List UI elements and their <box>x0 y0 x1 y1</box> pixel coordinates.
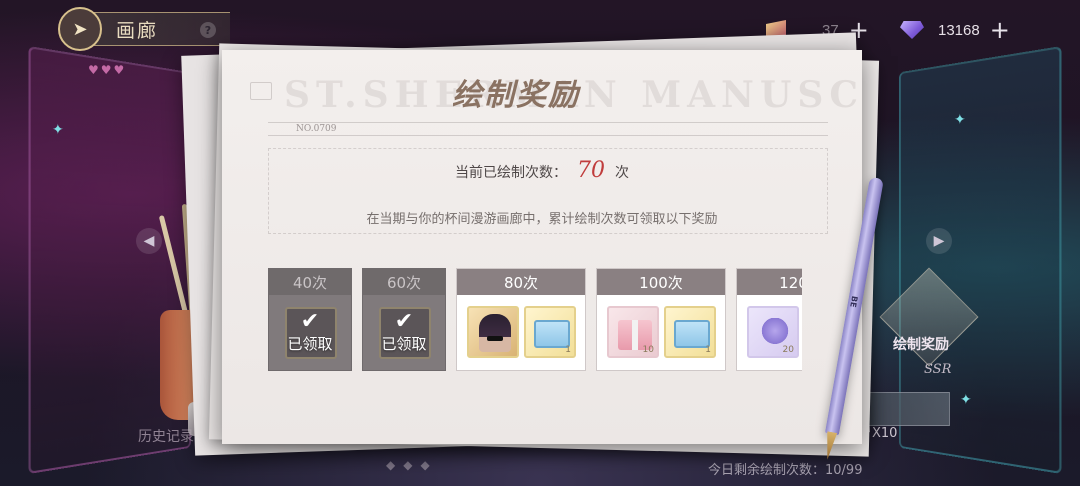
draw-ten-button[interactable] <box>860 392 950 426</box>
box-art <box>674 320 710 348</box>
gallery-title-plate: 画廊 ? <box>90 12 230 46</box>
item-quantity: 1 <box>705 345 711 355</box>
hearts-decoration-icon: ♥♥♥ <box>88 63 127 77</box>
reward-threshold: 80次 <box>457 269 585 295</box>
reward-threshold: 60次 <box>363 269 445 295</box>
item-quantity: 10 <box>642 345 654 355</box>
draw-count-unit: 次 <box>615 165 629 181</box>
reward-card-80[interactable]: 80次 1 <box>456 268 586 371</box>
ruled-header-line <box>268 122 828 136</box>
gallery-emblem-icon[interactable]: ➤ <box>58 7 102 51</box>
previous-arrow-icon[interactable]: ◀ <box>136 228 162 254</box>
claimed-overlay: ✔ 已领取 <box>363 295 445 370</box>
draw-multiplier-label: X10 <box>872 426 898 441</box>
sheet-number: NO.0709 <box>296 124 337 134</box>
blue-gift-box-icon[interactable]: 1 <box>524 306 576 358</box>
reward-card-60[interactable]: 60次 ✔ 已领取 <box>362 268 446 371</box>
sparkle-icon: ✦ <box>52 122 64 138</box>
gem-icon <box>900 21 924 39</box>
next-arrow-icon[interactable]: ▶ <box>926 228 952 254</box>
draw-count-line: 当前已绘制次数： 70 次 <box>222 158 862 183</box>
help-icon[interactable]: ? <box>200 22 216 38</box>
sparkle-icon: ✦ <box>954 112 966 128</box>
reward-items: 10 1 <box>597 295 725 358</box>
reward-description: 在当期与你的杯间漫游画廊中，累计绘制次数可领取以下奖励 <box>366 212 718 227</box>
draw-reward-entry-label[interactable]: 绘制奖励 <box>893 334 949 354</box>
crown-stamp-icon <box>250 82 272 100</box>
reward-sheet: ST.SHERMAN MANUSCRIPT 绘制奖励 NO.0709 当前已绘制… <box>222 50 862 444</box>
avatar-art <box>479 314 511 352</box>
item-quantity: 1 <box>565 345 571 355</box>
reward-threshold: 120次 <box>737 269 802 295</box>
reward-list[interactable]: 40次 ✔ 已领取 60次 ✔ 已领取 80次 1 100次 10 1 12 2… <box>268 268 802 372</box>
check-icon: ✔ <box>300 308 320 334</box>
reward-items: 1 <box>457 295 585 358</box>
fairy-figure-icon[interactable]: 20 <box>747 306 799 358</box>
claimed-overlay: ✔ 已领取 <box>269 295 351 370</box>
blue-gift-box-icon[interactable]: 1 <box>664 306 716 358</box>
reward-items: 20 <box>737 295 802 358</box>
sheet-title: 绘制奖励 <box>452 78 580 113</box>
pen-brand-label: BE <box>848 295 860 309</box>
draw-count-label: 当前已绘制次数： <box>455 165 567 181</box>
claimed-label: 已领取 <box>381 334 427 353</box>
reward-threshold: 100次 <box>597 269 725 295</box>
claimed-label: 已领取 <box>287 334 333 353</box>
reward-card-100[interactable]: 100次 10 1 <box>596 268 726 371</box>
rarity-label: SSR <box>924 362 952 377</box>
draw-count-value: 70 <box>577 158 605 183</box>
gem-currency: 13168 + <box>900 18 1010 42</box>
add-gem-button[interactable]: + <box>990 18 1010 42</box>
reward-threshold: 40次 <box>269 269 351 295</box>
gem-count: 13168 <box>938 21 980 39</box>
check-icon: ✔ <box>394 308 414 334</box>
page-title: 画廊 <box>116 19 159 42</box>
remaining-draws-text: 今日剩余绘制次数：10/99 <box>708 463 863 478</box>
diamond-divider-icon: ◆◆◆ <box>386 458 438 472</box>
item-quantity: 20 <box>782 345 794 355</box>
sparkle-icon: ✦ <box>960 392 972 408</box>
reward-card-120[interactable]: 120次 20 <box>736 268 802 371</box>
pink-gift-box-icon[interactable]: 10 <box>607 306 659 358</box>
avatar-frame-icon[interactable] <box>467 306 519 358</box>
reward-card-40[interactable]: 40次 ✔ 已领取 <box>268 268 352 371</box>
history-label[interactable]: 历史记录 <box>138 426 194 446</box>
box-art <box>534 320 570 348</box>
